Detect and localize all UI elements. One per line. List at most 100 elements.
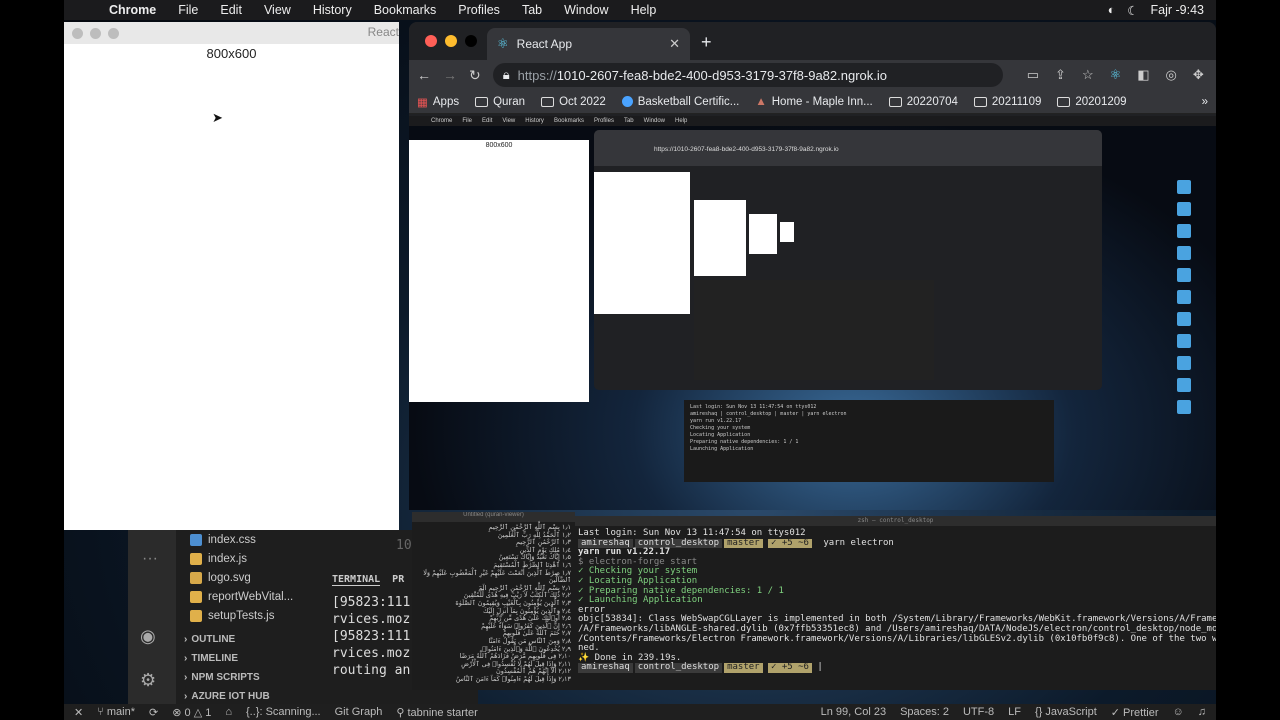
zsh-terminal-window[interactable]: zsh — control_desktop Last login: Sun No… [575,516,1216,690]
bookmark-label: Quran [493,95,526,108]
fullscreen-window-button[interactable] [465,35,477,47]
feedback-icon[interactable]: ☺ [1173,706,1184,718]
home-icon[interactable]: ⌂ [225,706,232,718]
bookmark-oct-2022[interactable]: Oct 2022 [541,96,606,108]
folder-icon[interactable] [1177,356,1191,370]
text-cursor[interactable]: | [817,662,822,673]
indentation[interactable]: Spaces: 2 [900,706,949,718]
bookmarks-overflow[interactable]: » [1202,96,1208,108]
bookmark-20211109[interactable]: 20211109 [973,96,1041,108]
reload-icon[interactable]: ↻ [469,67,481,84]
git-branch[interactable]: ⑂ main* [97,706,135,718]
tab-problems[interactable]: PR [392,574,404,586]
minimize-window-button[interactable] [445,35,457,47]
folder-icon[interactable] [1177,202,1191,216]
menu-tab[interactable]: Tab [511,3,553,17]
folder-icon [973,96,987,107]
bookmark-quran[interactable]: Quran [475,96,525,108]
git-graph-button[interactable]: Git Graph [335,706,383,718]
scanning-status[interactable]: {..}: Scanning... [246,706,321,718]
file-logo-svg[interactable]: logo.svg [184,568,304,587]
folder-icon[interactable] [1177,400,1191,414]
share-icon[interactable]: ⇪ [1055,67,1066,83]
prayer-time-label[interactable]: Fajr -9:43 [1151,3,1205,17]
bookmarks-bar: ▦ Apps Quran Oct 2022 Basketball Certific… [409,90,1216,114]
menu-history[interactable]: History [302,3,363,17]
folder-icon[interactable] [1177,312,1191,326]
file-index-css[interactable]: index.css [184,530,304,549]
menu-file[interactable]: File [167,3,209,17]
prayer-time-icon[interactable]: ☾ [1127,3,1138,18]
menu-app-name[interactable]: Chrome [98,3,167,17]
close-tab-icon[interactable]: ✕ [669,36,680,52]
section-timeline[interactable]: › TIMELINE [176,649,316,668]
lock-icon[interactable]: 🔒︎ [503,67,510,83]
close-window-button[interactable] [425,35,437,47]
file-setup-tests[interactable]: setupTests.js [184,606,304,625]
more-icon[interactable]: ··· [142,550,158,568]
puzzle-extensions-icon[interactable]: ✥ [1193,67,1204,83]
bookmark-basketball[interactable]: Basketball Certific... [621,96,739,108]
nested-terminal-line: amireshaq | control_desktop | master | y… [690,411,847,417]
bookmark-apps[interactable]: ▦ Apps [417,95,459,109]
extension-icon[interactable]: ◧ [1137,67,1149,83]
sync-icon[interactable]: ⟳ [149,706,158,719]
menu-edit[interactable]: Edit [209,3,253,17]
menu-help[interactable]: Help [620,3,668,17]
language-mode[interactable]: {} JavaScript [1035,706,1097,718]
folder-icon[interactable] [1177,180,1191,194]
camera-icon[interactable]: ▭ [1027,67,1039,83]
nested-terminal-line: Last login: Sun Nov 13 11:47:54 on ttys0… [690,404,817,410]
menu-window[interactable]: Window [553,3,619,17]
menu-profiles[interactable]: Profiles [447,3,511,17]
maple-favicon-icon: ▲ [755,95,767,108]
tab-terminal[interactable]: TERMINAL [332,574,381,586]
minimize-window-button[interactable] [90,27,101,39]
encoding[interactable]: UTF-8 [963,706,994,718]
folder-icon[interactable] [1177,268,1191,282]
notifications-bell-icon[interactable]: ♫ [1198,706,1216,718]
line-endings[interactable]: LF [1008,706,1021,718]
toolbar-actions: ▭ ⇪ ☆ ⚛ ◧ ◎ ✥ [1027,67,1204,83]
tabnine-icon: ⚲ [396,706,408,719]
quran-terminal-window[interactable]: Untitled (quran-viewer) ١٫١ بِسْمِ ٱللَّ… [412,512,575,690]
close-window-button[interactable] [72,27,83,39]
folder-icon[interactable] [1177,246,1191,260]
electron-titlebar: React [64,22,399,44]
tab-react-app[interactable]: ⚛ React App ✕ [487,28,690,60]
status-menu-icon[interactable]: ◐ [1108,3,1116,17]
circle-extension-icon[interactable]: ◎ [1166,67,1177,83]
folder-icon[interactable] [1177,334,1191,348]
folder-icon[interactable] [1177,290,1191,304]
manage-gear-icon[interactable]: ⚙ [140,670,156,691]
file-index-js[interactable]: index.js [184,549,304,568]
accounts-icon[interactable]: ◉ [140,626,156,647]
bookmark-star-icon[interactable]: ☆ [1082,67,1094,83]
section-outline[interactable]: › OUTLINE [176,630,316,649]
bookmark-maple-inn[interactable]: ▲ Home - Maple Inn... [755,96,872,108]
warning-icon: △ [193,706,203,719]
folder-icon[interactable] [1177,378,1191,392]
section-npm-scripts[interactable]: › NPM SCRIPTS [176,668,316,687]
folder-icon[interactable] [1177,224,1191,238]
remote-icon[interactable]: ✕ [74,706,83,719]
size-label: 800x600 [206,46,257,61]
problems-indicator[interactable]: ⊗ 0 △ 1 [172,706,211,719]
menu-bookmarks[interactable]: Bookmarks [363,3,448,17]
git-branch-label: main* [106,706,135,718]
bookmark-20220704[interactable]: 20220704 [888,96,958,108]
tabnine-status[interactable]: ⚲ tabnine starter [396,706,477,719]
forward-icon[interactable]: → [443,67,457,83]
file-report-web-vitals[interactable]: reportWebVital... [184,587,304,606]
page-viewport[interactable]: Chrome File Edit View History Bookmarks … [409,116,1216,510]
prettier-status[interactable]: ✓ Prettier [1111,706,1159,719]
bookmark-20201209[interactable]: 20201209 [1057,96,1127,108]
nested-size-label: 800x600 [485,142,513,149]
back-icon[interactable]: ← [417,67,431,83]
address-bar[interactable]: 🔒︎ https://1010-2607-fea8-bde2-400-d953-… [492,63,1003,87]
cursor-position[interactable]: Ln 99, Col 23 [821,706,886,718]
new-tab-button[interactable]: + [701,32,712,53]
react-devtools-icon[interactable]: ⚛ [1110,67,1122,83]
zoom-window-button[interactable] [108,27,119,39]
menu-view[interactable]: View [253,3,302,17]
